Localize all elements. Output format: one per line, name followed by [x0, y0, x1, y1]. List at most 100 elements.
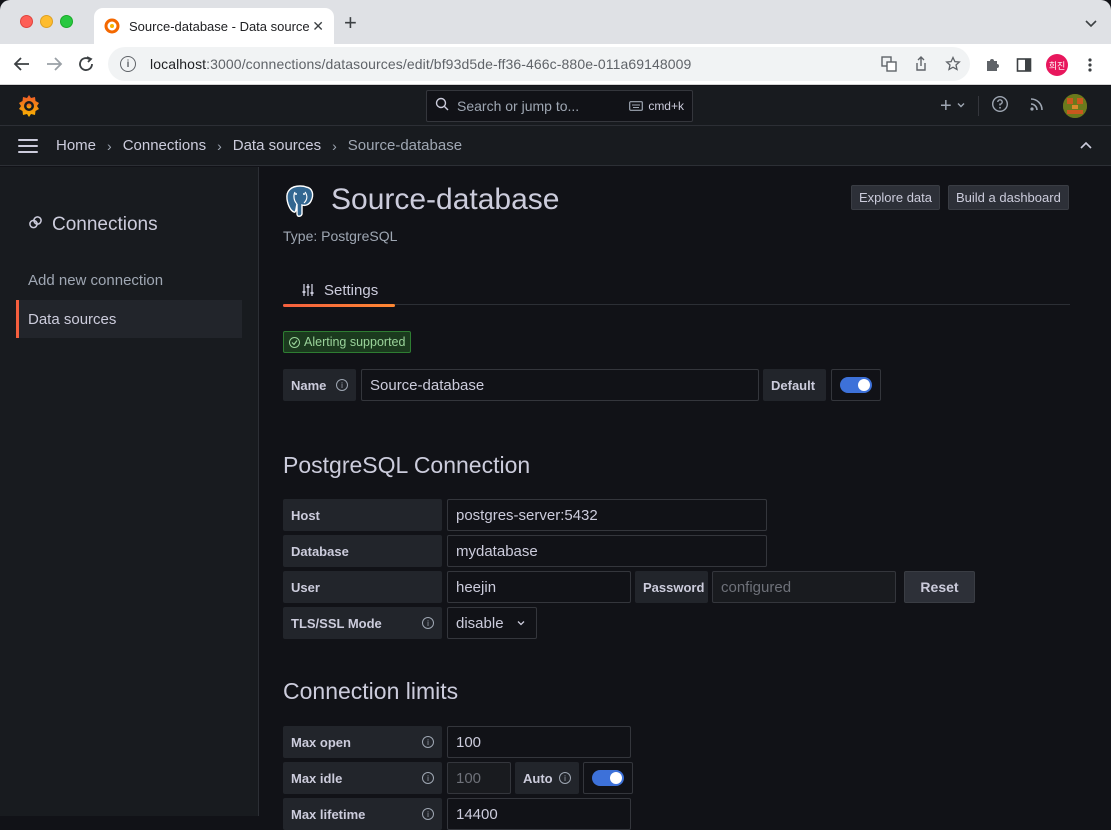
- tab-search-chevron-icon[interactable]: [1085, 16, 1097, 28]
- reload-icon[interactable]: [76, 54, 96, 74]
- database-input[interactable]: mydatabase: [447, 535, 767, 567]
- tab-settings-label: Settings: [324, 281, 379, 299]
- max-idle-label: Max idle i: [283, 762, 442, 794]
- max-open-label: Max open i: [283, 726, 442, 758]
- sidebar-item-label: Data sources: [28, 310, 117, 328]
- close-window-button[interactable]: [20, 15, 33, 28]
- address-bar[interactable]: i localhost:3000/connections/datasources…: [108, 47, 970, 81]
- breadcrumb-current: Source-database: [347, 137, 463, 154]
- share-icon[interactable]: [912, 55, 930, 73]
- search-icon: [435, 97, 449, 116]
- browser-toolbar: i localhost:3000/connections/datasources…: [0, 44, 1111, 85]
- datasource-type: Type: PostgreSQL: [283, 228, 398, 244]
- host-label: Host: [283, 499, 442, 531]
- minimize-window-button[interactable]: [40, 15, 53, 28]
- user-avatar[interactable]: [1062, 94, 1087, 118]
- help-icon[interactable]: [991, 95, 1009, 118]
- auto-switch[interactable]: [592, 770, 624, 786]
- keyboard-icon: [629, 101, 644, 111]
- default-label: Default: [763, 369, 826, 401]
- postgresql-connection-heading: PostgreSQL Connection: [283, 452, 531, 478]
- back-arrow-icon[interactable]: [12, 54, 32, 74]
- chevron-up-icon[interactable]: [1079, 139, 1093, 153]
- user-input[interactable]: heejin: [447, 571, 631, 603]
- info-icon[interactable]: i: [422, 736, 434, 748]
- add-new-button[interactable]: +: [940, 96, 952, 116]
- sliders-icon: [301, 283, 315, 297]
- chevron-down-icon[interactable]: [956, 97, 966, 115]
- menu-hamburger-icon[interactable]: [18, 138, 38, 153]
- sidebar-title: Connections: [52, 214, 158, 235]
- database-label: Database: [283, 535, 442, 567]
- tab-title: Source-database - Data source: [129, 18, 309, 34]
- auto-toggle[interactable]: [583, 762, 633, 794]
- chevron-down-icon: [516, 618, 526, 628]
- extensions-puzzle-icon[interactable]: [982, 55, 1002, 75]
- chevron-right-icon: ›: [107, 137, 112, 154]
- profile-avatar[interactable]: 희진: [1046, 54, 1068, 76]
- bookmark-star-icon[interactable]: [944, 55, 962, 73]
- search-shortcut: cmd+k: [629, 99, 684, 113]
- host-input[interactable]: postgres-server:5432: [447, 499, 767, 531]
- breadcrumb: Home › Connections › Data sources › Sour…: [0, 126, 1111, 166]
- url-text: localhost:3000/connections/datasources/e…: [150, 56, 692, 72]
- main-content: Source-database Type: PostgreSQL Explore…: [260, 167, 1111, 830]
- tls-ssl-mode-select[interactable]: disable: [447, 607, 537, 639]
- name-label: Name i: [283, 369, 356, 401]
- max-idle-input[interactable]: 100: [447, 762, 511, 794]
- user-label: User: [283, 571, 442, 603]
- reset-password-button[interactable]: Reset: [904, 571, 975, 603]
- section-sidebar: Connections Add new connection Data sour…: [0, 167, 259, 816]
- info-icon[interactable]: i: [336, 379, 348, 391]
- topbar-divider: [977, 96, 979, 116]
- search-placeholder: Search or jump to...: [457, 98, 580, 114]
- tls-ssl-mode-label: TLS/SSL Mode i: [283, 607, 442, 639]
- news-rss-icon[interactable]: [1029, 96, 1045, 117]
- side-panel-icon[interactable]: [1014, 55, 1034, 75]
- active-tab-underline: [283, 304, 395, 307]
- sidebar-item-data-sources[interactable]: Data sources: [16, 300, 242, 338]
- browser-menu-icon[interactable]: [1080, 55, 1100, 75]
- tab-close-icon[interactable]: ✕: [312, 18, 324, 35]
- build-dashboard-button[interactable]: Build a dashboard: [948, 185, 1069, 210]
- explore-data-button[interactable]: Explore data: [851, 185, 940, 210]
- max-lifetime-input[interactable]: 14400: [447, 798, 631, 830]
- browser-tab-active[interactable]: Source-database - Data source ✕: [94, 8, 334, 44]
- site-info-icon[interactable]: i: [120, 56, 136, 72]
- new-tab-button[interactable]: +: [344, 12, 357, 34]
- browser-titlebar: Source-database - Data source ✕ +: [0, 0, 1111, 44]
- password-input[interactable]: configured: [712, 571, 896, 603]
- alerting-supported-badge: Alerting supported: [283, 331, 412, 353]
- tab-settings[interactable]: Settings: [283, 275, 395, 307]
- info-icon[interactable]: i: [422, 808, 434, 820]
- postgresql-logo-icon: [283, 184, 317, 218]
- info-icon[interactable]: i: [559, 772, 571, 784]
- default-switch[interactable]: [840, 377, 872, 393]
- grafana-topbar: Search or jump to... cmd+k +: [0, 86, 1111, 126]
- chevron-right-icon: ›: [217, 137, 222, 154]
- name-input[interactable]: Source-database: [361, 369, 759, 401]
- maximize-window-button[interactable]: [60, 15, 73, 28]
- password-label: Password: [635, 571, 708, 603]
- grafana-logo-icon[interactable]: [17, 94, 41, 118]
- tab-bar-divider: [283, 304, 1070, 305]
- breadcrumb-data-sources[interactable]: Data sources: [233, 137, 321, 154]
- breadcrumb-connections[interactable]: Connections: [123, 137, 206, 154]
- connection-limits-heading: Connection limits: [283, 678, 459, 704]
- max-open-input[interactable]: 100: [447, 726, 631, 758]
- page-title: Source-database: [331, 183, 560, 216]
- default-toggle[interactable]: [831, 369, 881, 401]
- sidebar-header: Connections: [28, 214, 158, 236]
- link-icon: [28, 215, 43, 235]
- sidebar-item-label: Add new connection: [28, 271, 164, 289]
- search-bar[interactable]: Search or jump to... cmd+k: [426, 90, 693, 122]
- breadcrumb-home[interactable]: Home: [56, 137, 96, 154]
- translate-icon[interactable]: [880, 55, 898, 73]
- sidebar-item-add-new-connection[interactable]: Add new connection: [16, 261, 242, 299]
- grafana-favicon-icon: [104, 18, 120, 34]
- info-icon[interactable]: i: [422, 772, 434, 784]
- info-icon[interactable]: i: [422, 617, 434, 629]
- forward-arrow-icon[interactable]: [44, 54, 64, 74]
- max-lifetime-label: Max lifetime i: [283, 798, 442, 830]
- chevron-right-icon: ›: [332, 137, 337, 154]
